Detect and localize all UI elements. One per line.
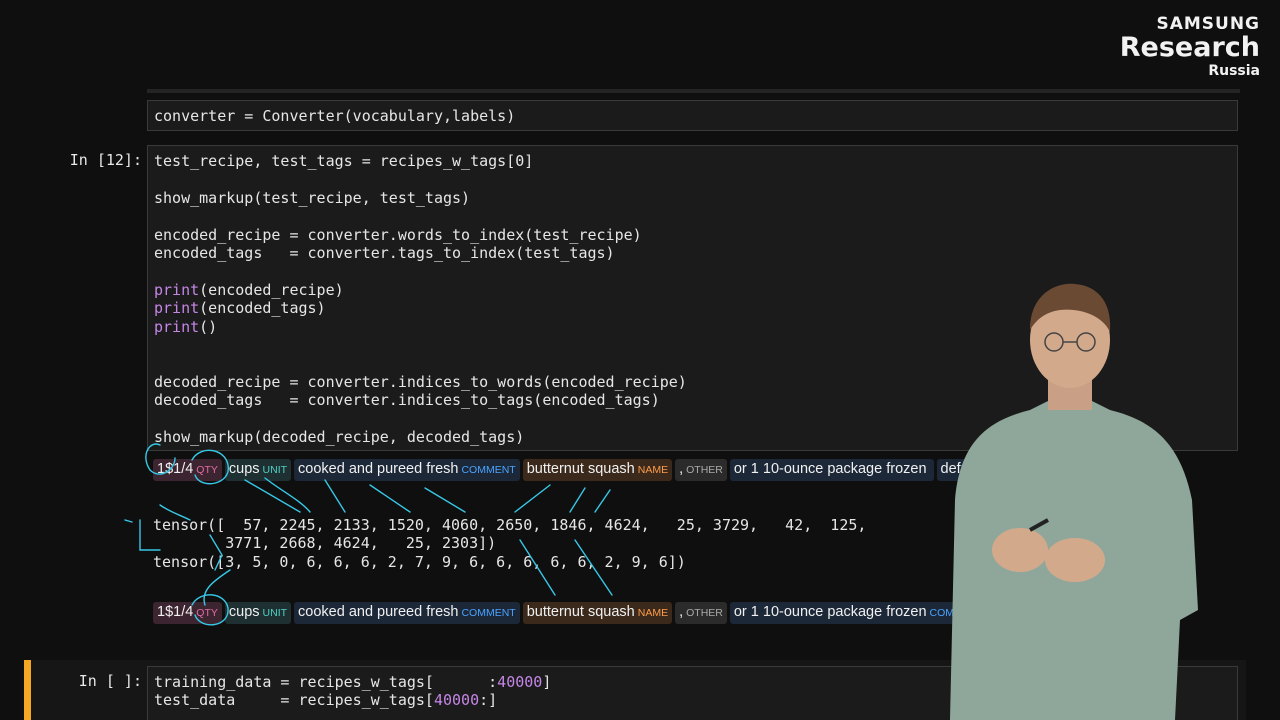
code-number: 40000	[433, 691, 480, 710]
annotation-stroke	[145, 443, 176, 475]
annotation-stroke	[209, 534, 223, 571]
cell-prompt-empty: In [ ]:	[78, 672, 142, 690]
code-text: :]	[479, 691, 498, 710]
annotation-arrow	[519, 539, 556, 596]
annotation-arrow	[369, 484, 411, 513]
annotation-arrow	[574, 539, 613, 596]
annotation-arrow	[324, 479, 346, 513]
code-text: ]	[542, 673, 552, 691]
annotation-arrow	[569, 487, 586, 513]
annotation-stroke	[124, 519, 133, 523]
annotation-stroke	[139, 519, 161, 551]
annotation-arrow	[424, 487, 466, 513]
annotation-arrow	[594, 489, 611, 513]
annotation-stroke	[159, 504, 191, 521]
presenter-figure	[950, 283, 1198, 720]
active-cell-indicator	[24, 660, 31, 720]
annotation-arrow	[514, 484, 551, 513]
code-line: test_data = recipes_w_tags[40000:]	[154, 691, 497, 709]
code-line: training_data = recipes_w_tags[ :40000]	[154, 673, 551, 691]
annotation-stroke	[203, 569, 231, 606]
annotation-circle-qty-2	[191, 594, 229, 626]
code-number: 40000	[497, 673, 543, 691]
code-text: training_data = recipes_w_tags[ :	[154, 673, 498, 691]
annotation-circle-qty	[191, 449, 229, 485]
code-text: test_data = recipes_w_tags[	[154, 691, 434, 710]
